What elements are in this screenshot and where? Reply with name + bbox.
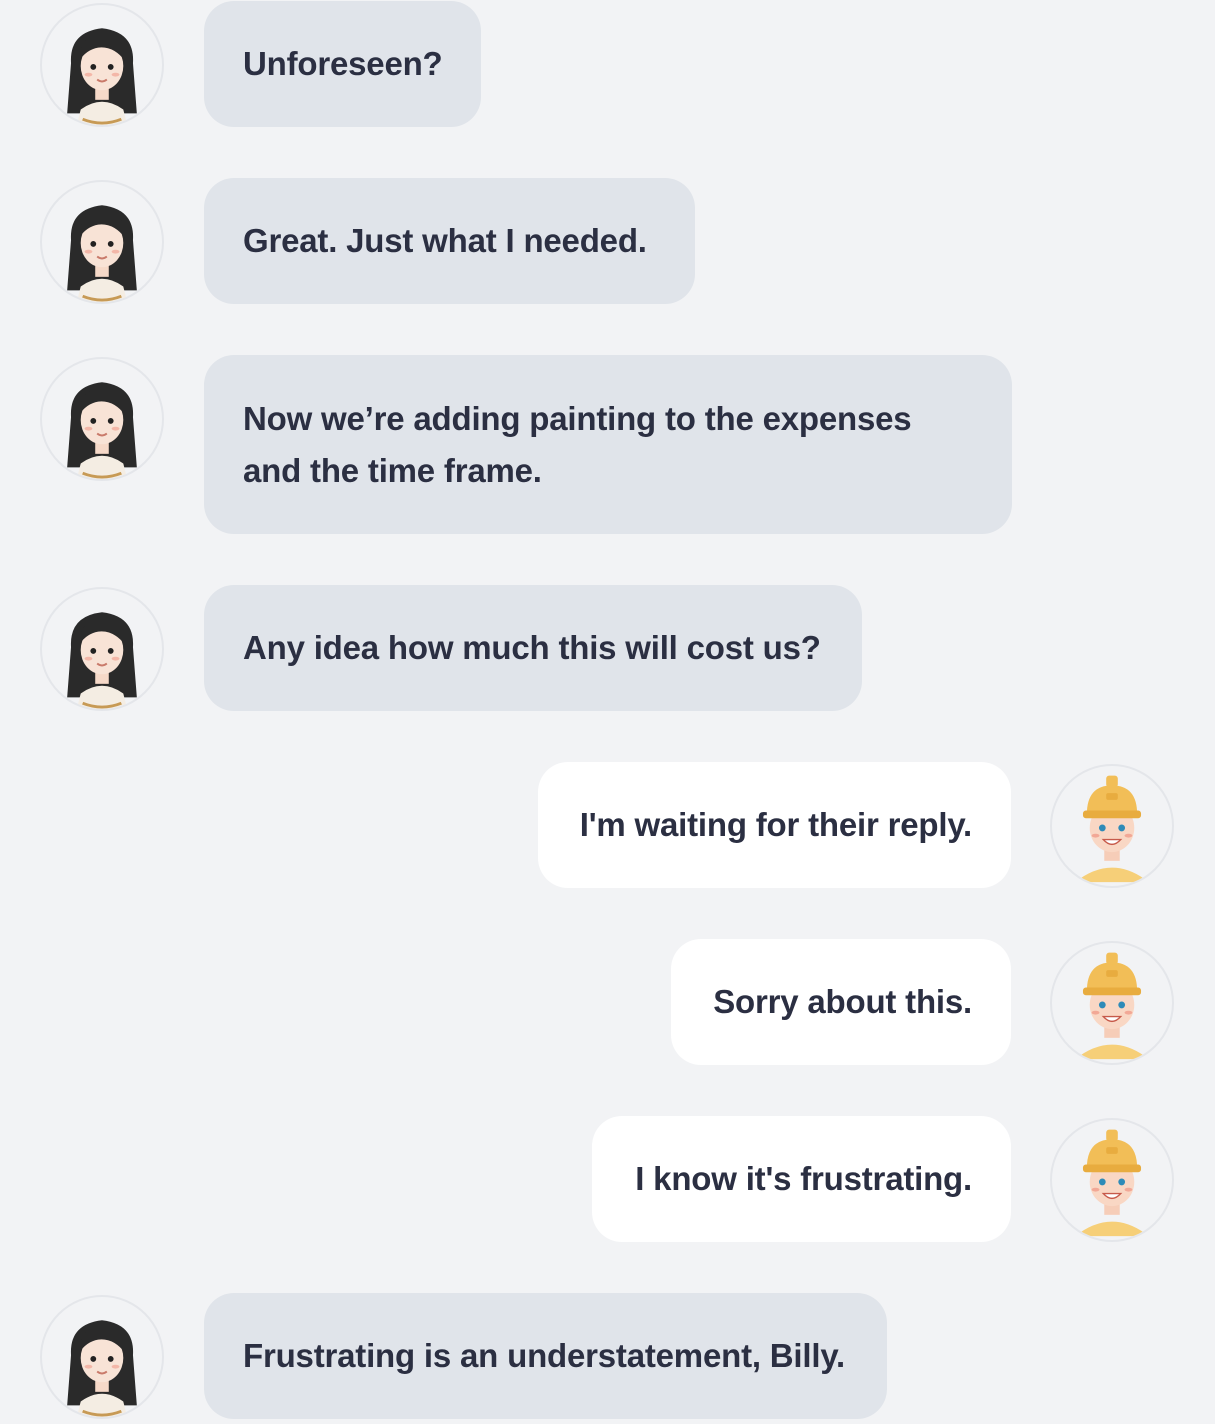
message-text: I'm waiting for their reply. (579, 806, 972, 843)
message-bubble: Unforeseen? (204, 1, 481, 127)
message-bubble: Any idea how much this will cost us? (204, 585, 862, 711)
message-text: Great. Just what I needed. (243, 222, 647, 259)
woman-avatar-icon (40, 3, 164, 127)
construction-worker-avatar-icon (1050, 941, 1174, 1065)
message-text: Any idea how much this will cost us? (243, 629, 821, 666)
woman-avatar-icon (40, 587, 164, 711)
message-bubble: I know it's frustrating. (592, 1116, 1011, 1242)
woman-avatar-icon (40, 1295, 164, 1419)
construction-worker-avatar-icon (1050, 764, 1174, 888)
message-bubble: Sorry about this. (671, 939, 1011, 1065)
message-bubble: Frustrating is an understatement, Billy. (204, 1293, 887, 1419)
message-bubble: I'm waiting for their reply. (538, 762, 1011, 888)
woman-avatar-icon (40, 180, 164, 304)
message-text: Now we’re adding painting to the expense… (243, 399, 912, 489)
message-bubble: Now we’re adding painting to the expense… (204, 355, 1012, 534)
message-text: Sorry about this. (713, 983, 972, 1020)
message-text: Frustrating is an understatement, Billy. (243, 1337, 846, 1374)
woman-avatar-icon (40, 357, 164, 481)
message-bubble: Great. Just what I needed. (204, 178, 695, 304)
construction-worker-avatar-icon (1050, 1118, 1174, 1242)
message-text: I know it's frustrating. (635, 1160, 972, 1197)
message-text: Unforeseen? (243, 45, 443, 82)
